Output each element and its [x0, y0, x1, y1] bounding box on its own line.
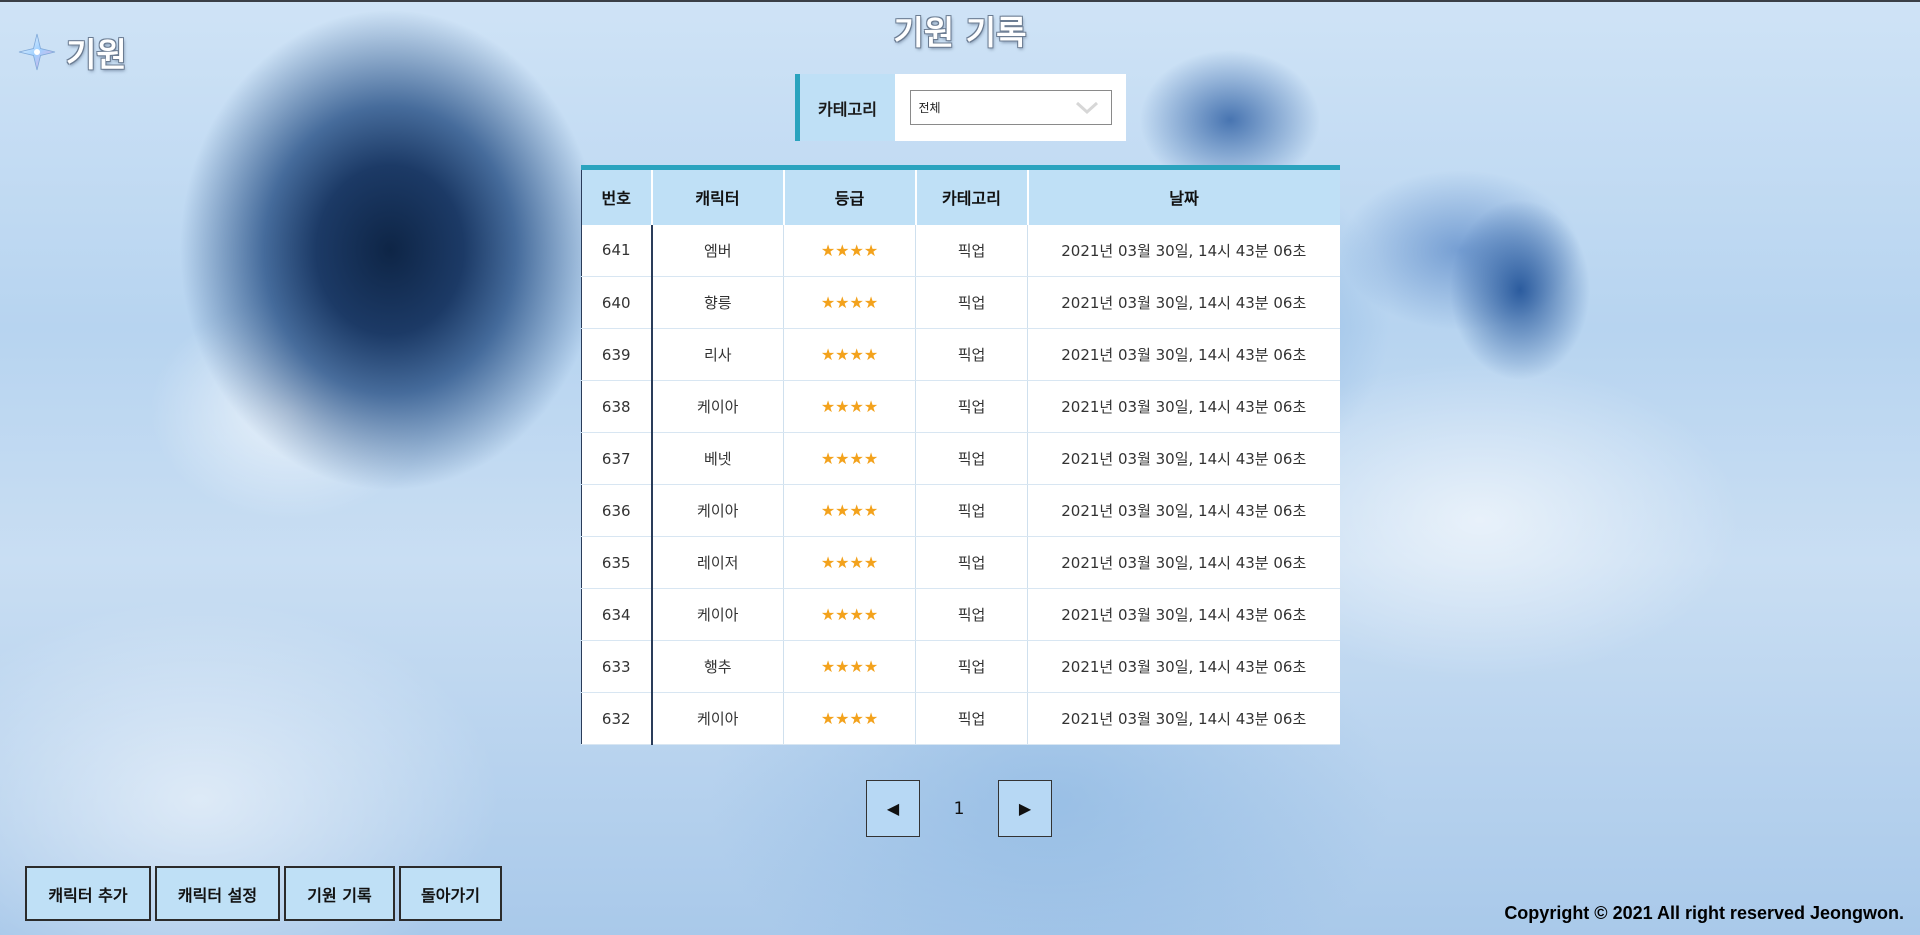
- cell-date: 2021년 03월 30일, 14시 43분 06초: [1027, 328, 1340, 381]
- table-row: 637 베넷 ★★★★ 픽업 2021년 03월 30일, 14시 43분 06…: [581, 432, 1340, 485]
- cell-number: 637: [581, 432, 653, 485]
- prev-arrow-icon: ◀: [886, 799, 900, 818]
- cell-character: 케이아: [651, 692, 784, 745]
- cell-category: 픽업: [915, 484, 1028, 537]
- cell-grade-stars: ★★★★: [783, 536, 916, 589]
- top-border: [0, 0, 1920, 2]
- cell-category: 픽업: [915, 692, 1028, 745]
- cell-date: 2021년 03월 30일, 14시 43분 06초: [1027, 276, 1340, 329]
- cell-number: 639: [581, 328, 653, 381]
- cell-character: 케이아: [651, 380, 784, 433]
- wish-history-button[interactable]: 기원 기록: [284, 866, 395, 921]
- cell-date: 2021년 03월 30일, 14시 43분 06초: [1027, 640, 1340, 693]
- cell-date: 2021년 03월 30일, 14시 43분 06초: [1027, 224, 1340, 277]
- table-row: 636 케이아 ★★★★ 픽업 2021년 03월 30일, 14시 43분 0…: [581, 484, 1340, 537]
- cell-grade-stars: ★★★★: [783, 224, 916, 277]
- next-arrow-icon: ▶: [1018, 799, 1032, 818]
- cell-number: 640: [581, 276, 653, 329]
- table-row: 641 엠버 ★★★★ 픽업 2021년 03월 30일, 14시 43분 06…: [581, 224, 1340, 277]
- cell-number: 634: [581, 588, 653, 641]
- category-filter-label: 카테고리: [795, 74, 895, 141]
- cell-date: 2021년 03월 30일, 14시 43분 06초: [1027, 380, 1340, 433]
- cell-character: 레이저: [651, 536, 784, 589]
- cell-date: 2021년 03월 30일, 14시 43분 06초: [1027, 692, 1340, 745]
- cell-character: 케이아: [651, 484, 784, 537]
- cell-grade-stars: ★★★★: [783, 640, 916, 693]
- cell-number: 641: [581, 224, 653, 277]
- table-row: 639 리사 ★★★★ 픽업 2021년 03월 30일, 14시 43분 06…: [581, 328, 1340, 381]
- column-header-character: 캐릭터: [651, 165, 785, 225]
- category-select[interactable]: 전체: [909, 90, 1112, 125]
- table-header-row: 번호 캐릭터 등급 카테고리 날짜: [581, 165, 1340, 225]
- current-page-number: 1: [953, 798, 965, 819]
- prev-page-button[interactable]: ◀: [866, 780, 920, 837]
- chevron-down-icon: [1075, 101, 1098, 115]
- cell-character: 케이아: [651, 588, 784, 641]
- back-button[interactable]: 돌아가기: [399, 866, 502, 921]
- cell-date: 2021년 03월 30일, 14시 43분 06초: [1027, 536, 1340, 589]
- category-select-value: 전체: [918, 101, 941, 115]
- cell-number: 633: [581, 640, 653, 693]
- table-row: 632 케이아 ★★★★ 픽업 2021년 03월 30일, 14시 43분 0…: [581, 692, 1340, 745]
- cell-date: 2021년 03월 30일, 14시 43분 06초: [1027, 432, 1340, 485]
- cell-category: 픽업: [915, 224, 1028, 277]
- cell-grade-stars: ★★★★: [783, 276, 916, 329]
- cell-category: 픽업: [915, 640, 1028, 693]
- table-row: 635 레이저 ★★★★ 픽업 2021년 03월 30일, 14시 43분 0…: [581, 536, 1340, 589]
- cell-grade-stars: ★★★★: [783, 380, 916, 433]
- cell-date: 2021년 03월 30일, 14시 43분 06초: [1027, 588, 1340, 641]
- pagination: ◀ 1 ▶: [866, 780, 1052, 837]
- column-header-category: 카테고리: [915, 165, 1029, 225]
- cell-number: 632: [581, 692, 653, 745]
- cell-number: 636: [581, 484, 653, 537]
- category-filter-box: 전체: [895, 74, 1126, 141]
- cell-character: 리사: [651, 328, 784, 381]
- cell-category: 픽업: [915, 328, 1028, 381]
- cell-grade-stars: ★★★★: [783, 432, 916, 485]
- cell-date: 2021년 03월 30일, 14시 43분 06초: [1027, 484, 1340, 537]
- table-row: 638 케이아 ★★★★ 픽업 2021년 03월 30일, 14시 43분 0…: [581, 380, 1340, 433]
- cell-grade-stars: ★★★★: [783, 328, 916, 381]
- cell-character: 엠버: [651, 224, 784, 277]
- cell-character: 향릉: [651, 276, 784, 329]
- next-page-button[interactable]: ▶: [998, 780, 1052, 837]
- column-header-number: 번호: [581, 165, 653, 225]
- cell-category: 픽업: [915, 536, 1028, 589]
- cell-category: 픽업: [915, 588, 1028, 641]
- cell-category: 픽업: [915, 276, 1028, 329]
- bottom-nav: 캐릭터 추가 캐릭터 설정 기원 기록 돌아가기: [25, 866, 506, 921]
- table-row: 634 케이아 ★★★★ 픽업 2021년 03월 30일, 14시 43분 0…: [581, 588, 1340, 641]
- table-row: 640 향릉 ★★★★ 픽업 2021년 03월 30일, 14시 43분 06…: [581, 276, 1340, 329]
- cell-number: 635: [581, 536, 653, 589]
- add-character-button[interactable]: 캐릭터 추가: [25, 866, 151, 921]
- page-title: 기원 기록: [893, 13, 1027, 52]
- copyright-text: Copyright © 2021 All right reserved Jeon…: [1504, 903, 1904, 923]
- column-header-date: 날짜: [1027, 165, 1340, 225]
- cell-category: 픽업: [915, 432, 1028, 485]
- cell-grade-stars: ★★★★: [783, 588, 916, 641]
- column-header-grade: 등급: [783, 165, 917, 225]
- table-row: 633 행추 ★★★★ 픽업 2021년 03월 30일, 14시 43분 06…: [581, 640, 1340, 693]
- category-filter: 카테고리 전체: [795, 74, 1126, 141]
- cell-character: 베넷: [651, 432, 784, 485]
- cell-character: 행추: [651, 640, 784, 693]
- cell-number: 638: [581, 380, 653, 433]
- cell-category: 픽업: [915, 380, 1028, 433]
- cell-grade-stars: ★★★★: [783, 692, 916, 745]
- character-settings-button[interactable]: 캐릭터 설정: [155, 866, 280, 921]
- cell-grade-stars: ★★★★: [783, 484, 916, 537]
- wish-history-table: 번호 캐릭터 등급 카테고리 날짜 641 엠버 ★★★★ 픽업 2021년 0…: [581, 165, 1340, 745]
